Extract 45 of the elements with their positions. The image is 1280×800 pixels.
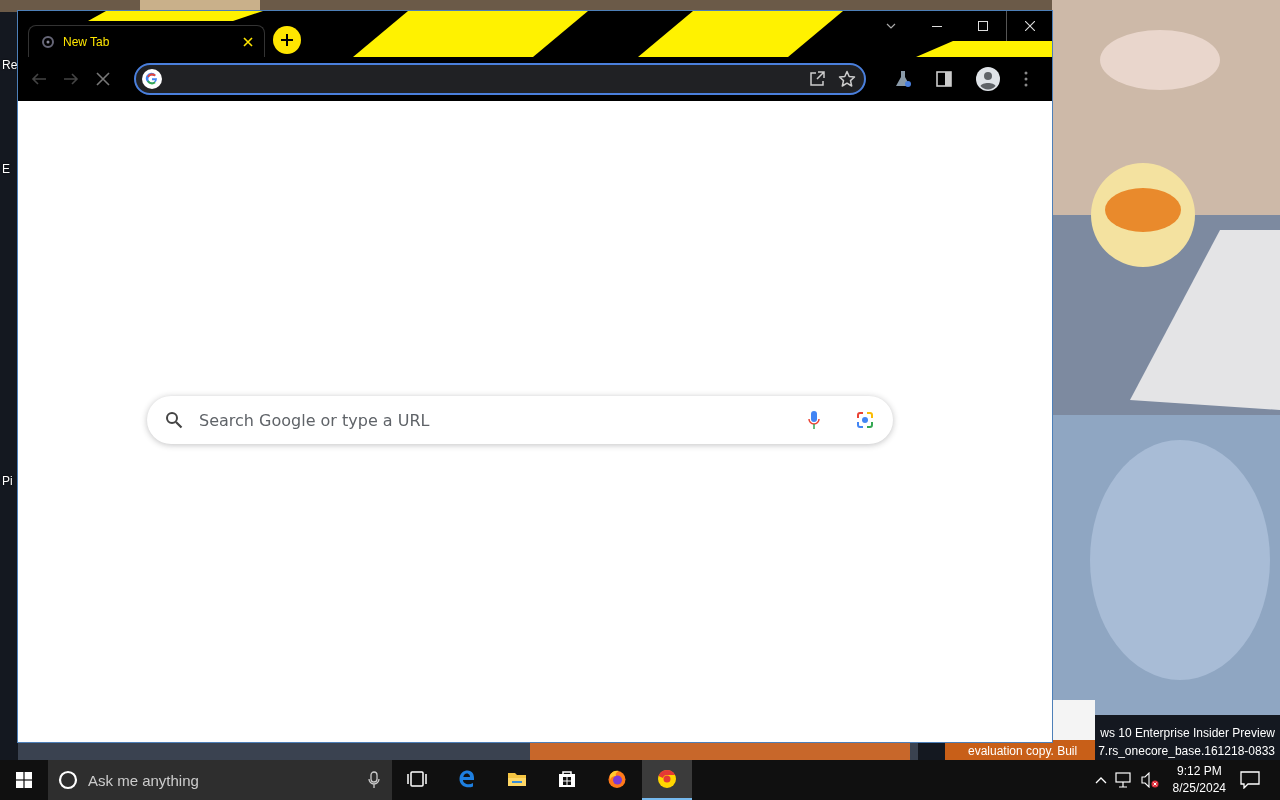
watermark-text: 7.rs_onecore_base.161218-0833 xyxy=(1098,744,1275,758)
watermark-text: evaluation copy. Buil xyxy=(968,744,1078,758)
desktop-icon-label[interactable]: Re xyxy=(2,58,18,72)
stop-icon xyxy=(95,71,111,87)
menu-icon[interactable] xyxy=(1024,71,1028,87)
back-arrow-icon xyxy=(31,71,47,87)
side-panel-icon[interactable] xyxy=(936,71,952,87)
maximize-icon xyxy=(978,21,988,31)
profile-avatar-icon[interactable] xyxy=(976,67,1000,91)
desktop-icon-label[interactable]: E xyxy=(2,162,10,176)
page-icon xyxy=(41,34,55,49)
chevron-down-icon xyxy=(886,23,896,29)
close-icon xyxy=(1024,21,1035,31)
taskbar-search-bar[interactable]: Ask me anything xyxy=(48,760,392,800)
new-tab-button[interactable] xyxy=(273,26,301,54)
taskbar-app-button[interactable] xyxy=(642,760,692,800)
camera-search-icon[interactable] xyxy=(855,410,875,430)
edge-e-icon xyxy=(457,769,477,789)
forward-arrow-icon xyxy=(63,71,79,87)
microphone-icon[interactable] xyxy=(368,771,380,789)
flask-icon[interactable] xyxy=(894,70,912,88)
firefox-icon xyxy=(607,769,627,789)
taskbar-search-field[interactable]: Ask me anything xyxy=(86,770,360,790)
task-view-icon xyxy=(407,769,427,789)
close-icon[interactable] xyxy=(242,35,254,48)
share-icon[interactable] xyxy=(808,70,826,88)
windows-logo-icon xyxy=(16,772,32,788)
plus-icon xyxy=(280,33,294,47)
notification-icon[interactable] xyxy=(1240,771,1260,789)
browser-logo-icon xyxy=(657,769,677,789)
speaker-muted-icon[interactable] xyxy=(1140,772,1159,788)
network-icon[interactable] xyxy=(1114,772,1133,788)
desktop-icon-label[interactable]: Pi xyxy=(2,474,13,488)
cortana-circle-icon xyxy=(58,770,78,790)
chevron-up-icon[interactable] xyxy=(1094,776,1107,784)
microphone-icon[interactable] xyxy=(807,410,821,430)
address-bar[interactable] xyxy=(134,63,866,95)
browser-tab[interactable]: New Tab xyxy=(28,25,265,57)
minimize-icon xyxy=(932,25,942,27)
store-bag-icon xyxy=(557,769,577,789)
google-icon xyxy=(142,69,162,89)
search-icon xyxy=(165,411,183,429)
bookmark-star-icon[interactable] xyxy=(838,70,856,88)
clock[interactable]: 9:12 PM 8/25/2024 xyxy=(1166,763,1232,797)
watermark-text: ws 10 Enterprise Insider Preview xyxy=(1100,726,1275,740)
